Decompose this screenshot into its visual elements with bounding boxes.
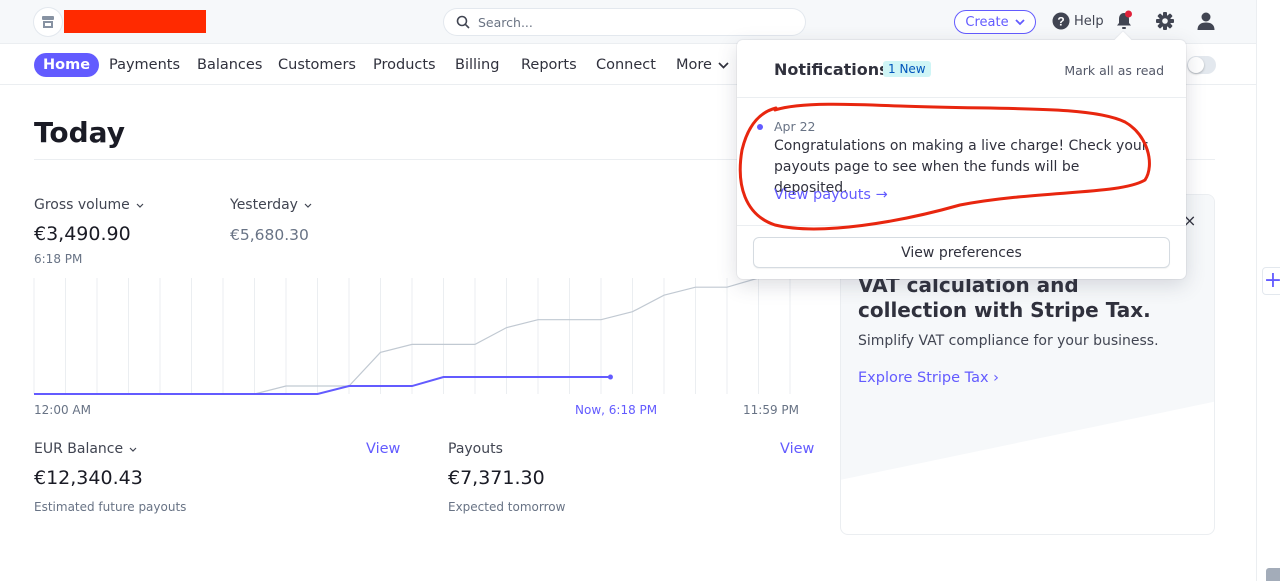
current-point-marker — [607, 374, 613, 380]
gross-volume-chart — [33, 277, 791, 395]
payouts-sub: Expected tomorrow — [448, 500, 566, 514]
view-preferences-button[interactable]: View preferences — [753, 237, 1170, 268]
create-button[interactable]: Create — [954, 10, 1036, 34]
promo-title: VAT calculation and collection with Stri… — [858, 273, 1151, 322]
notifications-title: Notifications — [774, 60, 889, 79]
chevron-down-icon — [1014, 18, 1025, 25]
promo-text: Simplify VAT compliance for your busines… — [858, 333, 1159, 349]
help-button[interactable]: ? Help — [1052, 12, 1104, 30]
unread-dot-icon — [757, 124, 763, 130]
balance-sub: Estimated future payouts — [34, 500, 187, 514]
profile-button[interactable] — [1196, 11, 1216, 35]
notification-date: Apr 22 — [774, 119, 816, 134]
chevron-down-icon — [129, 447, 137, 452]
view-payouts-link[interactable]: View payouts → — [774, 187, 888, 203]
x-tick-start: 12:00 AM — [34, 403, 91, 417]
payouts-label: Payouts — [448, 441, 503, 457]
notifications-popover: Notifications 1 New Mark all as read Apr… — [737, 31, 1186, 279]
x-tick-now: Now, 6:18 PM — [575, 403, 658, 417]
explore-stripe-tax-link[interactable]: Explore Stripe Tax › — [858, 370, 999, 386]
balance-label: EUR Balance — [34, 441, 124, 457]
balance-selector[interactable]: EUR Balance — [34, 441, 137, 457]
panel-corner-icon[interactable] — [1266, 568, 1280, 581]
bell-icon — [1117, 10, 1132, 29]
svg-text:?: ? — [1057, 15, 1064, 29]
new-count-badge: 1 New — [883, 61, 931, 77]
chevron-right-icon: › — [993, 370, 999, 386]
add-panel-button[interactable]: + — [1262, 267, 1280, 295]
x-tick-end: 11:59 PM — [743, 403, 799, 417]
divider — [737, 97, 1186, 98]
settings-button[interactable] — [1155, 11, 1175, 35]
help-icon: ? — [1052, 12, 1070, 30]
gear-icon — [1156, 12, 1174, 30]
payouts-view-link[interactable]: View — [780, 441, 814, 457]
payouts-value: €7,371.30 — [448, 467, 545, 489]
promo-link-label: Explore Stripe Tax — [858, 370, 989, 386]
balance-value: €12,340.43 — [34, 467, 143, 489]
test-mode-toggle[interactable] — [1187, 56, 1216, 74]
help-label: Help — [1074, 13, 1104, 29]
create-label: Create — [965, 14, 1009, 30]
balance-view-link[interactable]: View — [366, 441, 400, 457]
divider — [737, 225, 1186, 226]
mark-all-read-button[interactable]: Mark all as read — [1064, 63, 1164, 78]
user-icon — [1197, 12, 1215, 30]
